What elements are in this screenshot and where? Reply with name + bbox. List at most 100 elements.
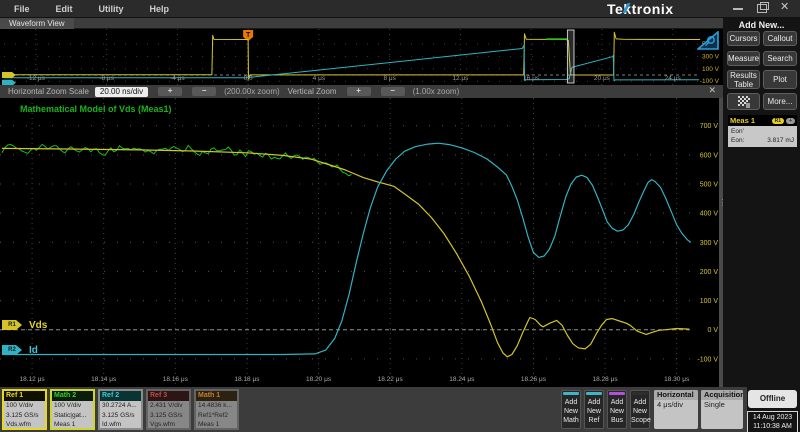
badge-ref1-line1: 100 V/div xyxy=(4,401,45,411)
waveform-plot[interactable]: 18.12 μs18.14 μs18.16 μs18.18 μs18.20 μs… xyxy=(0,98,723,388)
badge-ref1[interactable]: Ref 1 100 V/div 3.125 GS/s Vds.wfm xyxy=(2,389,47,430)
svg-text:-12 μs: -12 μs xyxy=(27,75,46,82)
add-new-math-button[interactable]: Add New Math xyxy=(561,390,581,429)
svg-text:18.26 μs: 18.26 μs xyxy=(521,376,547,383)
badge-math2[interactable]: Math 2 100 V/div Static|gat... Meas 1 xyxy=(50,389,95,430)
horizontal-zoom-factor: (200.00x zoom) xyxy=(224,87,280,96)
badge-ref2-line1: 30.2724 A... xyxy=(100,401,141,411)
add-new-bus-button[interactable]: Add New Bus xyxy=(607,390,627,429)
zoom-view-close-icon[interactable]: ✕ xyxy=(708,85,716,96)
badge-math2-title: Math 2 xyxy=(52,391,93,401)
tab-waveform-view[interactable]: Waveform View xyxy=(0,18,74,29)
badge-ref2[interactable]: Ref 2 30.2724 A... 3.125 GS/s Id.wfm xyxy=(98,389,143,430)
r1-marker-badge[interactable]: R1 xyxy=(2,320,22,330)
svg-text:T: T xyxy=(246,32,251,39)
svg-text:16 μs: 16 μs xyxy=(523,75,540,82)
horizontal-settings-badge[interactable]: Horizontal 4 μs/div xyxy=(654,390,698,429)
svg-text:18.12 μs: 18.12 μs xyxy=(20,376,46,383)
tektronix-logo: Tektronix xyxy=(607,1,674,17)
badge-ref3[interactable]: Ref 3 2.431 V/div 3.125 GS/s Vgs.wfm xyxy=(146,389,191,430)
plot-button[interactable]: Plot xyxy=(763,70,797,89)
horizontal-title: Horizontal xyxy=(654,390,698,400)
svg-text:-100 V: -100 V xyxy=(697,356,718,363)
vertical-zoom-plus-button[interactable]: + xyxy=(347,87,371,96)
badge-math2-line3: Meas 1 xyxy=(52,420,93,430)
r2-marker-badge[interactable]: R2 xyxy=(2,345,22,355)
meas1-source-pill: R1 xyxy=(772,118,784,124)
add-new-ref-button[interactable]: Add New Ref xyxy=(584,390,604,429)
svg-text:0.0: 0.0 xyxy=(244,75,253,82)
restore-icon[interactable] xyxy=(756,2,768,13)
horizontal-zoom-plus-button[interactable]: + xyxy=(158,87,182,96)
view-tab-bar: Waveform View xyxy=(0,18,723,29)
badge-math1[interactable]: Math 1 14.4836 k... Ref1*Ref2 Meas 1 xyxy=(194,389,239,430)
acquisition-mode-value: Single xyxy=(701,400,743,410)
svg-text:12 μs: 12 μs xyxy=(452,75,469,82)
add-new-header: Add New... xyxy=(723,20,800,30)
svg-text:300 V: 300 V xyxy=(700,240,719,247)
badge-ref3-line3: Vgs.wfm xyxy=(148,420,189,430)
close-icon[interactable]: ✕ xyxy=(780,2,792,13)
horizontal-zoom-minus-button[interactable]: − xyxy=(192,87,216,96)
date-text: 14 Aug 2023 xyxy=(748,413,797,422)
overview-canvas[interactable]: T-12 μs-8 μs-4 μs0.04 μs8 μs12 μs16 μs20… xyxy=(0,29,723,85)
svg-text:700 V: 700 V xyxy=(700,123,719,130)
meas1-row2-label: Eon: xyxy=(731,136,744,145)
svg-text:-100 V: -100 V xyxy=(700,78,720,85)
id-channel-marker[interactable]: R2 Id xyxy=(2,345,38,355)
badge-ref3-title: Ref 3 xyxy=(148,391,189,401)
overview-zoom-icon[interactable] xyxy=(697,31,719,50)
svg-text:4 μs: 4 μs xyxy=(313,75,326,82)
vertical-zoom-factor: (1.00x zoom) xyxy=(413,87,460,96)
offline-button[interactable]: Offline xyxy=(748,390,797,408)
horizontal-zoom-scale-value[interactable]: 20.00 ns/div xyxy=(95,87,148,97)
svg-text:8 μs: 8 μs xyxy=(383,75,396,82)
badge-math2-line2: Static|gat... xyxy=(52,411,93,421)
menu-edit[interactable]: Edit xyxy=(56,4,73,14)
badge-math1-line2: Ref1*Ref2 xyxy=(196,411,237,421)
svg-text:18.18 μs: 18.18 μs xyxy=(234,376,260,383)
main-plot-canvas[interactable]: 18.12 μs18.14 μs18.16 μs18.18 μs18.20 μs… xyxy=(0,98,723,388)
add-new-scope-button[interactable]: Add New Scope xyxy=(630,390,650,429)
draw-a-box-button[interactable] xyxy=(727,93,760,110)
meas1-results-badge[interactable]: Meas 1 R1 + Eon' Eon:3.817 mJ xyxy=(728,115,797,147)
meas1-row1-label: Eon' xyxy=(731,127,744,136)
measure-button[interactable]: Measure xyxy=(727,51,760,66)
menu-utility[interactable]: Utility xyxy=(99,4,124,14)
menu-bar: File Edit Utility Help Tektronix ✕ xyxy=(0,0,800,18)
minimize-icon[interactable] xyxy=(732,2,744,13)
vds-channel-marker[interactable]: R1 Vds xyxy=(2,320,47,330)
badge-ref2-title: Ref 2 xyxy=(100,391,141,401)
search-button[interactable]: Search xyxy=(763,51,797,66)
meas1-expand-pill[interactable]: + xyxy=(786,118,795,124)
svg-text:400 V: 400 V xyxy=(700,211,719,218)
badge-ref2-line2: 3.125 GS/s xyxy=(100,411,141,421)
svg-text:18.24 μs: 18.24 μs xyxy=(449,376,475,383)
acquisition-overview[interactable]: T-12 μs-8 μs-4 μs0.04 μs8 μs12 μs16 μs20… xyxy=(0,29,723,85)
badge-ref1-line3: Vds.wfm xyxy=(4,420,45,430)
svg-text:18.14 μs: 18.14 μs xyxy=(91,376,117,383)
badge-ref3-line2: 3.125 GS/s xyxy=(148,411,189,421)
svg-text:600 V: 600 V xyxy=(700,152,719,159)
meas1-row2-value: 3.817 mJ xyxy=(767,136,794,145)
badge-ref1-title: Ref 1 xyxy=(4,391,45,401)
more-button[interactable]: More... xyxy=(763,93,797,110)
svg-text:18.20 μs: 18.20 μs xyxy=(306,376,332,383)
channel-badge-bar: Ref 1 100 V/div 3.125 GS/s Vds.wfm Math … xyxy=(0,387,747,432)
badge-math1-line3: Meas 1 xyxy=(196,420,237,430)
vertical-zoom-minus-button[interactable]: − xyxy=(381,87,405,96)
svg-text:0 V: 0 V xyxy=(707,327,718,334)
results-table-button[interactable]: Results Table xyxy=(727,70,760,89)
acquisition-settings-badge[interactable]: Acquisition Single xyxy=(701,390,743,429)
vertical-zoom-label: Vertical Zoom xyxy=(288,87,337,96)
svg-text:18.28 μs: 18.28 μs xyxy=(593,376,619,383)
acquisition-title: Acquisition xyxy=(701,390,743,400)
menu-help[interactable]: Help xyxy=(150,4,170,14)
badge-ref1-line2: 3.125 GS/s xyxy=(4,411,45,421)
menu-file[interactable]: File xyxy=(14,4,30,14)
right-control-panel: Add New... Cursors Callout Measure Searc… xyxy=(723,18,800,432)
callout-button[interactable]: Callout xyxy=(763,31,797,46)
cursors-button[interactable]: Cursors xyxy=(727,31,760,46)
svg-text:24 μs: 24 μs xyxy=(665,75,682,82)
horizontal-zoom-scale-label: Horizontal Zoom Scale xyxy=(8,87,89,96)
